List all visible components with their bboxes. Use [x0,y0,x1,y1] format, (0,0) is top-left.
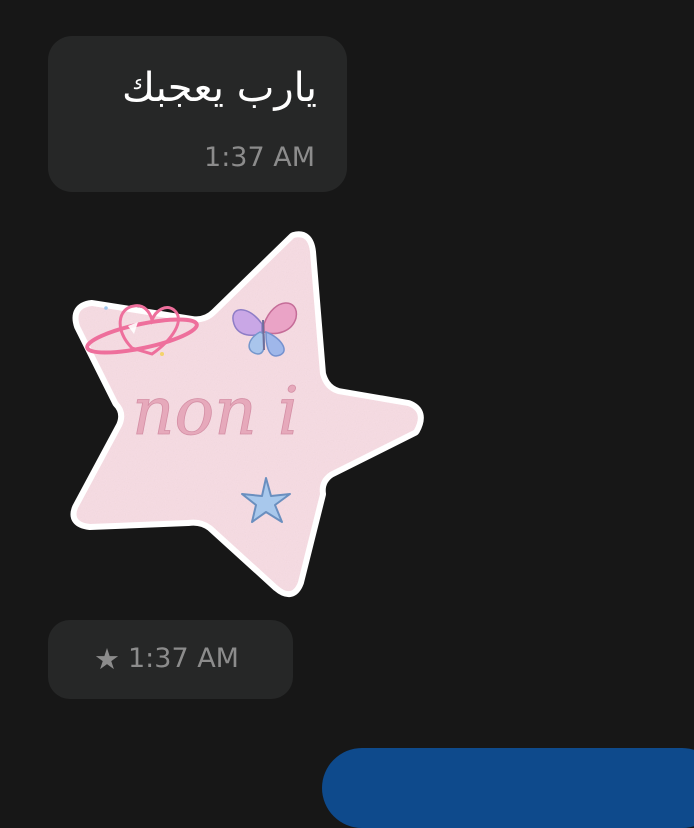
sticker-timestamp: 1:37 AM [128,643,239,674]
incoming-message-bubble[interactable]: يارب يعجبك 1:37 AM [48,36,347,192]
star-icon: ★ [94,642,120,676]
message-text: يارب يعجبك [121,65,317,111]
outgoing-message-bubble[interactable] [322,748,694,828]
sticker-text: non i [132,373,299,450]
sticker-timestamp-pill: ★ 1:37 AM [48,620,293,699]
message-timestamp: 1:37 AM [204,142,315,173]
star-sticker[interactable]: non i [62,226,428,602]
